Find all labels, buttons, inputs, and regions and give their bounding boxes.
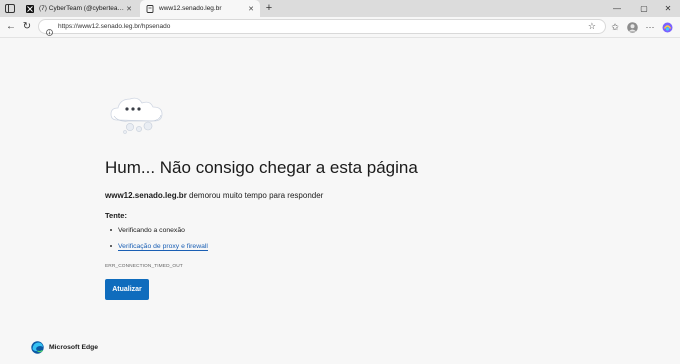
- bullet: [110, 245, 112, 248]
- tab-cyberteam[interactable]: (7) CyberTeam (@cyberteam200X ✕: [20, 0, 138, 17]
- favorite-star-icon[interactable]: ☆: [588, 21, 596, 32]
- tab-close-icon[interactable]: ✕: [124, 5, 134, 13]
- tab-senado[interactable]: www12.senado.leg.br ✕: [140, 0, 260, 17]
- x-logo-icon: [26, 4, 34, 13]
- list-item: Verificando a conexão: [110, 227, 185, 234]
- address-bar[interactable]: https://www12.senado.leg.br/hpsenado ☆: [38, 19, 606, 36]
- copilot-icon[interactable]: [661, 20, 673, 34]
- error-description: www12.senado.leg.br demorou muito tempo …: [105, 191, 323, 200]
- reload-button[interactable]: Atualizar: [105, 279, 149, 300]
- error-message: demorou muito tempo para responder: [186, 191, 324, 200]
- minimize-button[interactable]: —: [605, 0, 629, 17]
- proxy-firewall-link[interactable]: Verificação de proxy e firewall: [118, 243, 208, 251]
- close-window-button[interactable]: ✕: [656, 0, 680, 17]
- refresh-icon[interactable]: ↻: [21, 21, 33, 33]
- edge-logo-icon: [31, 341, 44, 354]
- error-host: www12.senado.leg.br: [105, 191, 187, 200]
- new-tab-button[interactable]: +: [263, 2, 275, 14]
- more-options-icon[interactable]: ···: [644, 20, 656, 34]
- disconnected-cloud-icon: [108, 94, 166, 136]
- try-label: Tente:: [105, 211, 127, 220]
- suggestion-check-connection: Verificando a conexão: [118, 227, 185, 234]
- profile-avatar[interactable]: [626, 20, 638, 34]
- url-text: https://www12.senado.leg.br/hpsenado: [58, 23, 171, 30]
- tab-strip: (7) CyberTeam (@cyberteam200X ✕ www12.se…: [0, 0, 680, 17]
- error-title: Hum... Não consigo chegar a esta página: [105, 158, 418, 177]
- back-arrow-icon[interactable]: ←: [5, 21, 17, 33]
- maximize-button[interactable]: ▢: [632, 0, 656, 17]
- list-item: Verificação de proxy e firewall: [110, 243, 208, 251]
- tab-title: (7) CyberTeam (@cyberteam200X: [39, 5, 124, 12]
- favorites-icon[interactable]: ✩: [609, 20, 621, 34]
- tab-actions-icon[interactable]: [4, 3, 15, 13]
- toolbar: ← ↻ https://www12.senado.leg.br/hpsenado…: [0, 17, 680, 38]
- tab-close-icon[interactable]: ✕: [246, 5, 256, 13]
- error-code: ERR_CONNECTION_TIMED_OUT: [105, 264, 183, 269]
- info-icon[interactable]: [46, 23, 53, 41]
- tab-title: www12.senado.leg.br: [159, 5, 222, 12]
- brand-name: Microsoft Edge: [49, 344, 99, 351]
- bullet: [110, 229, 112, 232]
- page-icon: [146, 4, 154, 13]
